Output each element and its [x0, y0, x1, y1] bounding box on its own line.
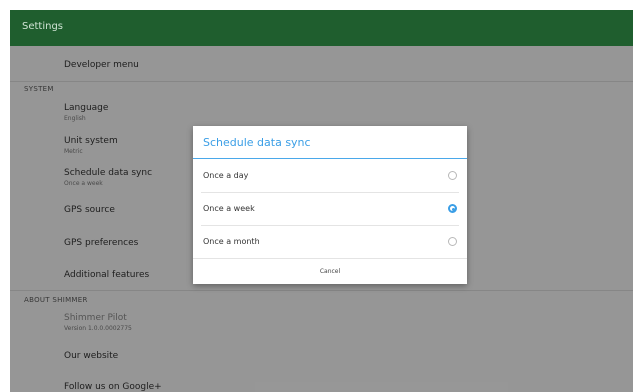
dialog-title-divider: [193, 158, 467, 159]
option-once-a-day[interactable]: Once a day: [193, 160, 467, 193]
schedule-sync-dialog: Schedule data sync Once a day Once a wee…: [193, 126, 467, 284]
cancel-button[interactable]: Cancel: [193, 259, 467, 284]
app-bar: Settings: [10, 10, 633, 46]
dialog-title: Schedule data sync: [203, 136, 311, 149]
option-once-a-month[interactable]: Once a month: [193, 226, 467, 259]
option-once-a-month-label: Once a month: [203, 237, 260, 246]
radio-selected-icon[interactable]: [448, 204, 457, 213]
radio-unselected-icon[interactable]: [448, 237, 457, 246]
radio-unselected-icon[interactable]: [448, 171, 457, 180]
option-once-a-week[interactable]: Once a week: [193, 193, 467, 226]
option-once-a-week-label: Once a week: [203, 204, 255, 213]
app-bar-title: Settings: [22, 21, 64, 32]
option-once-a-day-label: Once a day: [203, 171, 249, 180]
